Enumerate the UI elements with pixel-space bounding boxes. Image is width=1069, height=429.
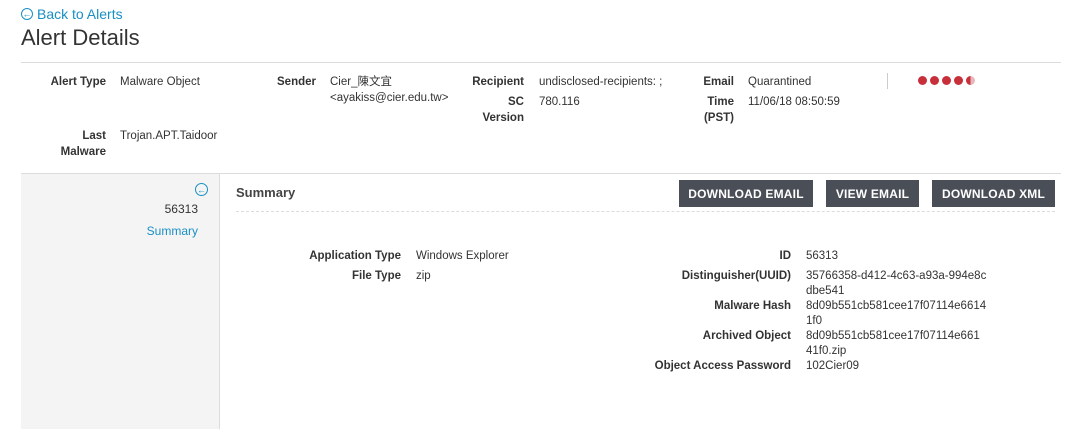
uuid-value-line-2: dbe541: [806, 285, 845, 297]
uuid-label: Distinguisher(UUID): [681, 270, 791, 282]
malware-hash-label: Malware Hash: [714, 300, 791, 312]
object-access-password-value: 102Cier09: [806, 360, 860, 372]
archived-object-link-line-1[interactable]: 8d09b551cb581cee17f07114e661: [806, 329, 980, 344]
malware-hash-line-2: 1f0: [806, 315, 822, 327]
object-access-password-label: Object Access Password: [654, 360, 791, 372]
uuid-value-line-1: 35766358-d412-4c63-a93a-994e8c: [806, 270, 987, 282]
summary-details-right: ID 56313 Distinguisher(UUID) 35766358-d4…: [0, 0, 1069, 429]
archived-object-label: Archived Object: [702, 330, 791, 342]
id-label: ID: [779, 250, 792, 262]
id-value: 56313: [806, 250, 838, 262]
archived-object-link-line-2[interactable]: 41f0.zip: [806, 344, 846, 359]
malware-hash-line-1: 8d09b551cb581cee17f07114e6614: [806, 300, 987, 312]
